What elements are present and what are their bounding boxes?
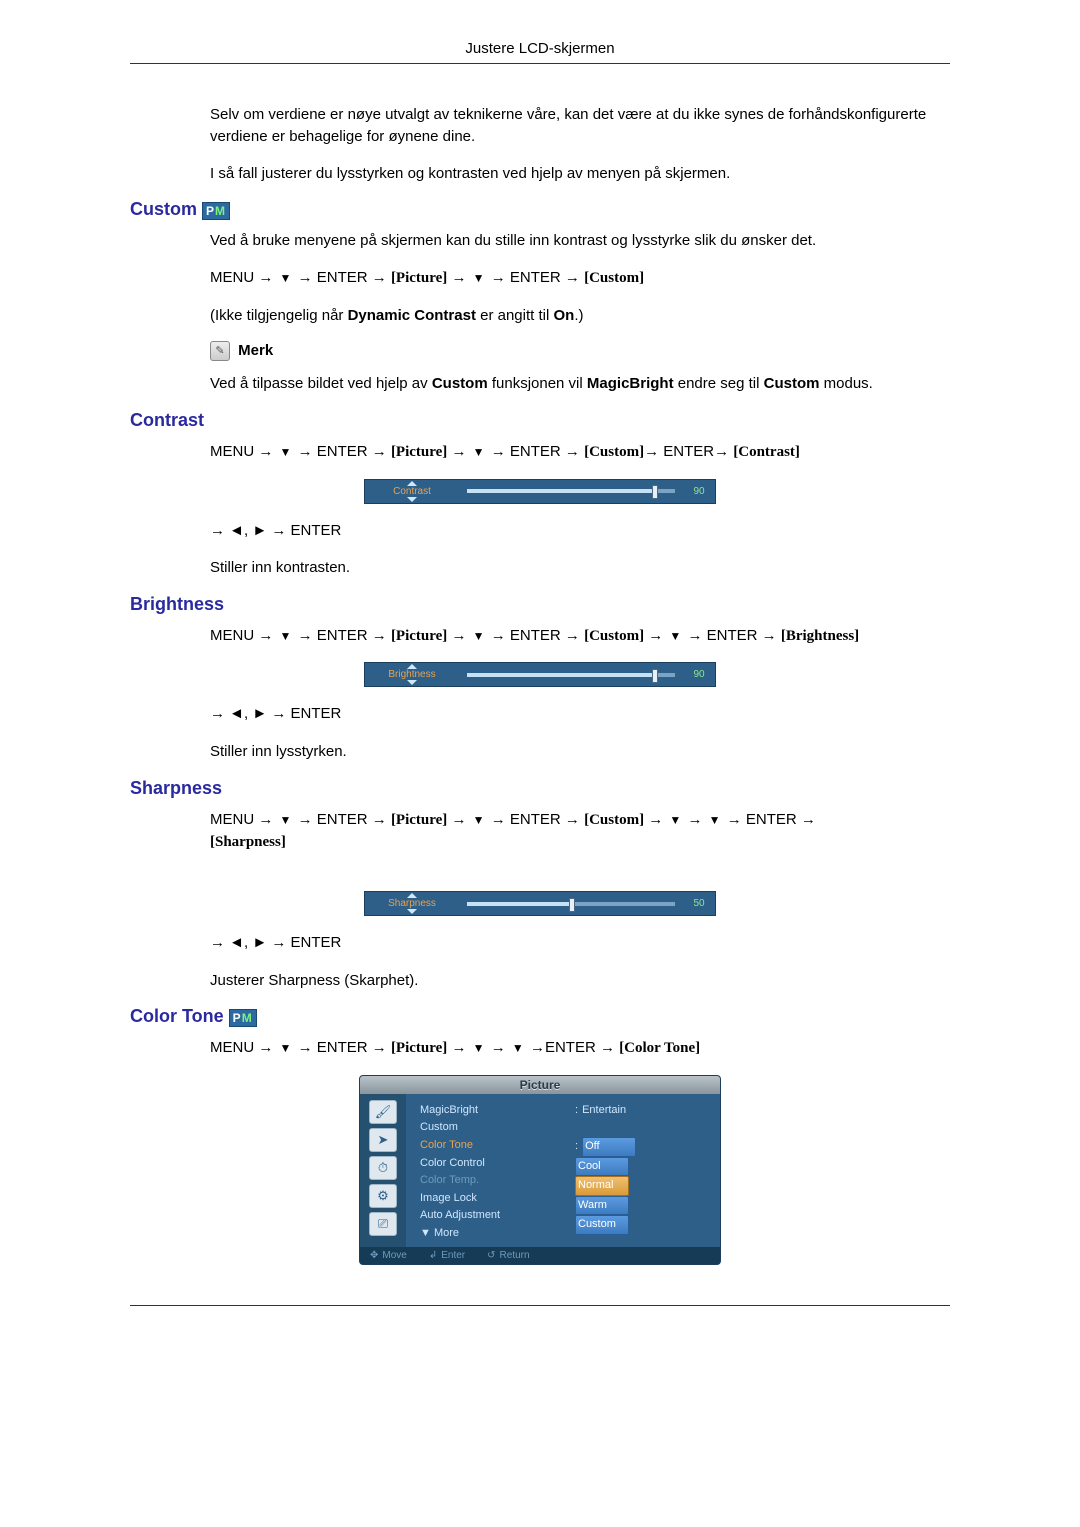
pm-badge-icon: PM bbox=[202, 202, 230, 220]
custom-heading: Custom PM bbox=[130, 199, 950, 220]
up-arrow-icon bbox=[407, 893, 417, 898]
return-icon: ↺ bbox=[487, 1250, 495, 1261]
custom-heading-label: Custom bbox=[130, 199, 197, 219]
sharpness-menu-sequence: MENU → ▼ → ENTER → [Picture] → ▼ → ENTER… bbox=[210, 809, 950, 877]
osd-left-item: MagicBright bbox=[420, 1102, 555, 1120]
osd-icon-column: 🖌 ➤ ⏱ ⚙ ⎚ bbox=[360, 1094, 406, 1247]
contrast-nav: → ◄, ► → ENTER bbox=[210, 520, 950, 543]
sharpness-slider-fill bbox=[467, 902, 571, 906]
osd-menu-title: Picture bbox=[360, 1076, 720, 1094]
sharpness-slider-thumb bbox=[569, 898, 575, 912]
contrast-slider-fill bbox=[467, 489, 654, 493]
custom-menu-sequence: MENU → ▼ → ENTER → [Picture] → ▼ → ENTER… bbox=[210, 267, 950, 290]
page-header: Justere LCD-skjermen bbox=[130, 40, 950, 64]
brightness-nav: → ◄, ► → ENTER bbox=[210, 703, 950, 726]
osd-right-column: :Entertain :Off Cool Normal Warm Custom bbox=[575, 1102, 710, 1243]
source-icon: ➤ bbox=[369, 1128, 397, 1152]
osd-left-item: Color Control bbox=[420, 1155, 555, 1173]
page-footer-line bbox=[130, 1305, 950, 1306]
contrast-heading: Contrast bbox=[130, 410, 950, 431]
note-icon: ✎ bbox=[210, 341, 230, 361]
osd-option: Off bbox=[582, 1137, 636, 1157]
move-icon: ✥ bbox=[370, 1250, 378, 1261]
intro-paragraph-2: I så fall justerer du lysstyrken og kont… bbox=[210, 163, 950, 185]
brightness-desc: Stiller inn lysstyrken. bbox=[210, 741, 950, 763]
brightness-slider-value: 90 bbox=[683, 663, 715, 686]
contrast-menu-sequence: MENU → ▼ → ENTER → [Picture] → ▼ → ENTER… bbox=[210, 441, 950, 464]
contrast-slider-label: Contrast bbox=[393, 486, 431, 497]
note-block: ✎ Merk bbox=[210, 341, 950, 361]
osd-left-item: Custom bbox=[420, 1119, 555, 1137]
brightness-osd-slider: Brightness 90 bbox=[364, 662, 716, 687]
timer-icon: ⏱ bbox=[369, 1156, 397, 1180]
osd-left-item-active: Color Tone bbox=[420, 1137, 555, 1155]
contrast-osd-slider: Contrast 90 bbox=[364, 479, 716, 504]
custom-note-text: Ved å tilpasse bildet ved hjelp av Custo… bbox=[210, 373, 950, 395]
picture-icon: 🖌 bbox=[369, 1100, 397, 1124]
up-arrow-icon bbox=[407, 481, 417, 486]
osd-option-selected: Normal bbox=[575, 1176, 629, 1196]
osd-left-item-disabled: Color Temp. bbox=[420, 1172, 555, 1190]
pm-badge-icon: PM bbox=[229, 1009, 257, 1027]
brightness-menu-sequence: MENU → ▼ → ENTER → [Picture] → ▼ → ENTER… bbox=[210, 625, 950, 648]
contrast-slider-thumb bbox=[652, 485, 658, 499]
up-arrow-icon bbox=[407, 664, 417, 669]
brightness-slider-label: Brightness bbox=[388, 669, 435, 680]
brightness-heading: Brightness bbox=[130, 594, 950, 615]
osd-option: Cool bbox=[575, 1157, 629, 1177]
osd-left-column: MagicBright Custom Color Tone Color Cont… bbox=[420, 1102, 555, 1243]
osd-left-item: Auto Adjustment bbox=[420, 1207, 555, 1225]
note-label: Merk bbox=[238, 342, 273, 359]
osd-left-item: Image Lock bbox=[420, 1190, 555, 1208]
color-tone-heading-label: Color Tone bbox=[130, 1006, 224, 1026]
sharpness-desc: Justerer Sharpness (Skarphet). bbox=[210, 970, 950, 992]
down-arrow-icon bbox=[407, 680, 417, 685]
osd-footer: ✥Move ↲Enter ↺Return bbox=[360, 1247, 720, 1264]
sharpness-nav: → ◄, ► → ENTER bbox=[210, 932, 950, 955]
enter-icon: ↲ bbox=[429, 1250, 437, 1261]
custom-not-available: (Ikke tilgjengelig når Dynamic Contrast … bbox=[210, 305, 950, 327]
custom-desc: Ved å bruke menyene på skjermen kan du s… bbox=[210, 230, 950, 252]
settings-icon: ⚙ bbox=[369, 1184, 397, 1208]
colortone-osd-menu: Picture 🖌 ➤ ⏱ ⚙ ⎚ MagicBright Custom Col… bbox=[359, 1075, 721, 1265]
sharpness-heading: Sharpness bbox=[130, 778, 950, 799]
sharpness-osd-slider: Sharpness 50 bbox=[364, 891, 716, 916]
osd-option: Custom bbox=[575, 1215, 629, 1235]
sharpness-slider-value: 50 bbox=[683, 892, 715, 915]
input-icon: ⎚ bbox=[369, 1212, 397, 1236]
color-tone-heading: Color Tone PM bbox=[130, 1006, 950, 1027]
down-arrow-icon bbox=[407, 909, 417, 914]
intro-paragraph-1: Selv om verdiene er nøye utvalgt av tekn… bbox=[210, 104, 950, 148]
sharpness-slider-label: Sharpness bbox=[388, 898, 436, 909]
contrast-slider-value: 90 bbox=[683, 480, 715, 503]
contrast-desc: Stiller inn kontrasten. bbox=[210, 557, 950, 579]
colortone-menu-sequence: MENU → ▼ → ENTER → [Picture] → ▼ → ▼ →EN… bbox=[210, 1037, 950, 1060]
brightness-slider-fill bbox=[467, 673, 654, 677]
osd-option: Warm bbox=[575, 1196, 629, 1216]
osd-left-more: ▼ More bbox=[420, 1225, 555, 1243]
brightness-slider-thumb bbox=[652, 669, 658, 683]
osd-right-label: Entertain bbox=[582, 1104, 626, 1116]
down-arrow-icon bbox=[407, 497, 417, 502]
